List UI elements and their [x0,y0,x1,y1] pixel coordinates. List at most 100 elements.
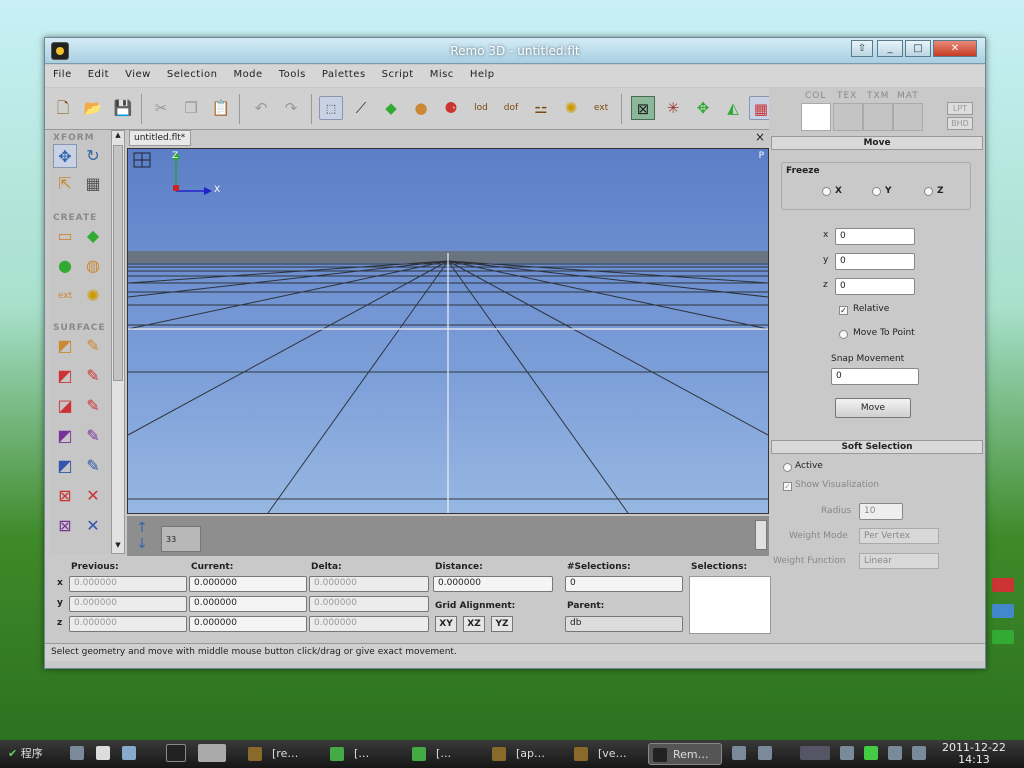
tab-tex[interactable]: TEX [837,91,857,101]
redo-icon[interactable]: ↷ [279,96,303,120]
3d-viewport[interactable]: Z X P [127,148,769,514]
minimize-button[interactable]: _ [877,40,903,57]
command-scrollbar[interactable] [755,520,767,550]
paste-icon[interactable]: 📋 [209,96,233,120]
quicklaunch-icon-2[interactable] [96,746,110,760]
move-tool-icon[interactable]: ✥ [53,144,77,168]
lod-mode-icon[interactable]: lod [469,96,493,120]
save-icon[interactable]: 💾 [111,96,135,120]
txm-swatch[interactable] [863,103,893,131]
menu-misc[interactable]: Misc [422,65,462,80]
menu-script[interactable]: Script [374,65,422,80]
remo-taskbar-icon[interactable] [166,744,186,762]
create-cylinder-icon[interactable]: ◍ [81,254,105,278]
select-mode-icon[interactable]: ⬚ [319,96,343,120]
snap-movement-field[interactable]: 0 [831,368,919,385]
open-folder-icon[interactable]: 📂 [81,96,105,120]
copy-icon[interactable]: ❐ [179,96,203,120]
tab-txm[interactable]: TXM [867,91,889,101]
dof-mode-icon[interactable]: dof [499,96,523,120]
texture-swatch[interactable] [833,103,863,131]
create-light-icon[interactable]: ✺ [81,284,105,308]
menu-tools[interactable]: Tools [271,65,314,80]
clear-blue-icon[interactable]: ✕ [81,514,105,538]
task-item-3[interactable]: [… [412,743,492,765]
vertex-move-icon[interactable]: ✥ [691,96,715,120]
paint-blue-icon[interactable]: ◩ [53,454,77,478]
viewport-close-icon[interactable]: × [755,130,765,144]
show-visualization-checkbox[interactable]: ✓ [783,482,792,491]
soft-active-radio[interactable] [783,463,792,472]
close-button[interactable]: ✕ [933,40,977,57]
previous-z-field[interactable]: 0.000000 [69,616,187,632]
desktop-icon-green[interactable] [992,630,1014,644]
tray-battery-icon[interactable] [864,746,878,760]
selections-count-field[interactable]: 0 [565,576,683,592]
tray-keyboard-icon[interactable] [840,746,854,760]
freeze-z-radio[interactable] [924,187,933,196]
paint-texture-icon[interactable]: ◩ [53,364,77,388]
previous-x-field[interactable]: 0.000000 [69,576,187,592]
clear-all-icon[interactable]: ⊠ [53,514,77,538]
quicklaunch-icon-1[interactable] [70,746,84,760]
current-z-field[interactable]: 0.000000 [189,616,307,632]
tray-display-icon[interactable] [888,746,902,760]
grid-yz-button[interactable]: YZ [491,616,513,632]
task-item-1[interactable]: [re… [248,743,328,765]
new-file-icon[interactable]: 🗋 [51,96,75,120]
create-ext-icon[interactable]: ext [53,284,77,308]
menu-file[interactable]: File [45,65,80,80]
maximize-button[interactable]: □ [905,40,931,57]
move-z-field[interactable]: 0 [835,278,915,295]
quicklaunch-icon-3[interactable] [122,746,136,760]
title-bar[interactable]: Remo 3D - untitled.flt ⇧ _ □ ✕ [45,38,985,64]
eyedropper-icon[interactable]: ✎ [81,334,105,358]
current-y-field[interactable]: 0.000000 [189,596,307,612]
menu-help[interactable]: Help [462,65,503,80]
group-mode-icon[interactable]: ⚈ [439,96,463,120]
selections-list[interactable] [689,576,771,634]
create-box-icon[interactable]: ▭ [53,224,77,248]
move-y-field[interactable]: 0 [835,253,915,270]
desktop-icon-red[interactable] [992,578,1014,592]
tab-untitled[interactable]: untitled.flt* [129,130,191,146]
scale-tool-icon[interactable]: ⇱ [53,172,77,196]
material-swatch[interactable] [893,103,923,131]
desktop-icon-blue[interactable] [992,604,1014,618]
pick-blue-icon[interactable]: ✎ [81,454,105,478]
relative-checkbox[interactable]: ✓ [839,306,848,315]
mirror-tool-icon[interactable]: ▦ [81,172,105,196]
wireframe-toggle-icon[interactable]: ⊠ [631,96,655,120]
tab-mat[interactable]: MAT [897,91,919,101]
freeze-y-radio[interactable] [872,187,881,196]
grid-xy-button[interactable]: XY [435,616,457,632]
tray-network-icon[interactable] [732,746,746,760]
paint-bucket-icon[interactable]: ◩ [53,334,77,358]
rotate-tool-icon[interactable]: ↻ [81,144,105,168]
bhd-button[interactable]: BHD [947,117,973,130]
move-x-field[interactable]: 0 [835,228,915,245]
menu-selection[interactable]: Selection [159,65,226,80]
current-x-field[interactable]: 0.000000 [189,576,307,592]
parent-field[interactable]: db [565,616,683,632]
clear-pick-icon[interactable]: ✕ [81,484,105,508]
tray-device-icon[interactable] [758,746,772,760]
distance-field[interactable]: 0.000000 [433,576,553,592]
create-sphere-icon[interactable]: ● [53,254,77,278]
move-button[interactable]: Move [835,398,911,418]
delta-y-field[interactable]: 0.000000 [309,596,429,612]
undo-icon[interactable]: ↶ [249,96,273,120]
menu-palettes[interactable]: Palettes [314,65,374,80]
history-arrows-icon[interactable]: ↑ ↓ [133,520,151,552]
task-item-5[interactable]: [ve… [574,743,648,765]
pick-texture-icon[interactable]: ✎ [81,364,105,388]
lpt-button[interactable]: LPT [947,102,973,115]
paint-txm-icon[interactable]: ◪ [53,394,77,418]
cut-icon[interactable]: ✂ [149,96,173,120]
delta-x-field[interactable]: 0.000000 [309,576,429,592]
pick-txm-icon[interactable]: ✎ [81,394,105,418]
task-item-remo[interactable]: Rem… [648,743,722,765]
menu-edit[interactable]: Edit [80,65,117,80]
taskbar-clock[interactable]: 2011-12-22 14:13 [942,742,1006,766]
menu-mode[interactable]: Mode [225,65,270,80]
